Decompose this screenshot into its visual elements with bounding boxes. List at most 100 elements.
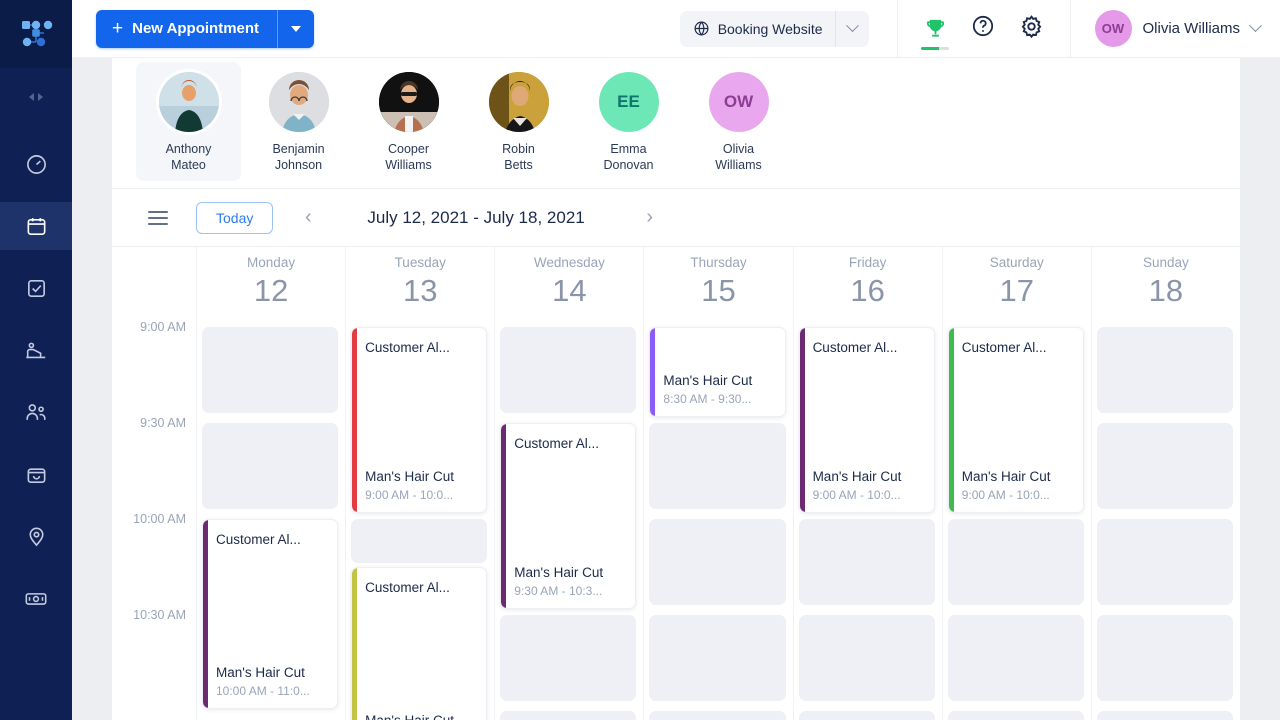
day-name: Friday [848,255,887,270]
empty-time-slot[interactable] [649,615,786,701]
right-background-strip [1240,58,1280,720]
avatar: OW [1094,10,1132,47]
help-circle-icon [972,15,993,37]
empty-time-slot[interactable] [798,711,935,720]
day-header: Monday 12 [197,247,345,319]
today-button[interactable]: Today [196,201,274,234]
empty-time-slot[interactable] [500,711,637,720]
day-header: Tuesday 13 [346,247,494,319]
previous-week-button[interactable]: ‹ [291,201,325,235]
next-week-button[interactable]: › [633,201,667,235]
avatar-initials: OW [1101,21,1125,36]
booking-website-dropdown[interactable] [834,10,869,47]
sidebar-item-calendar[interactable] [0,202,72,250]
time-label: 9:00 AM [140,320,186,334]
empty-time-slot[interactable] [1096,519,1233,605]
staff-item[interactable]: OW Olivia Williams [686,62,791,181]
event-client-name: Customer Al... [365,580,450,595]
sidebar-item-dashboard[interactable] [0,140,72,188]
appointment-event[interactable]: Customer Al... Man's Hair Cut 10:00 AM - 1… [202,519,339,709]
empty-time-slot[interactable] [351,519,488,563]
empty-time-slot[interactable] [500,615,637,701]
staff-selector: Anthony Mateo Benjamin Johnson Cooper Will… [112,58,1240,189]
empty-time-slot[interactable] [1096,615,1233,701]
day-slots: Customer Al... Man's Hair Cut 9:00 AM - 10… [346,319,494,720]
appointment-event[interactable]: Customer Al... Man's Hair Cut 9:00 AM - 10… [947,327,1084,513]
staff-item[interactable]: EE Emma Donovan [576,62,681,181]
empty-time-slot[interactable] [500,327,637,413]
trophy-icon [926,19,944,37]
staff-item[interactable]: Robin Betts [466,62,571,181]
empty-time-slot[interactable] [798,615,935,701]
user-menu[interactable]: OW Olivia Williams [1069,0,1280,58]
sidebar-collapse-toggle[interactable] [0,68,72,126]
empty-time-slot[interactable] [649,711,786,720]
day-header: Saturday 17 [943,247,1091,319]
appointment-event[interactable]: Customer Al... Man's Hair Cut 9:00 AM - 10… [798,327,935,513]
new-appointment-button[interactable]: + New Appointment [96,9,315,48]
calendar-icon [27,217,45,235]
appointment-event[interactable]: Customer Al... Man's Hair Cut 9:00 AM - 10… [351,327,488,513]
chevron-down-icon [845,19,859,33]
booking-website-label: Booking Website [717,20,823,37]
event-service-name: Man's Hair Cut [812,469,902,484]
new-appointment-main[interactable]: + New Appointment [96,9,279,48]
sidebar-item-locations[interactable] [0,512,72,560]
new-appointment-label: New Appointment [132,20,260,37]
day-column: Wednesday 14 Customer Al... Man's Hair Cut 9… [494,247,643,720]
sidebar-item-tasks[interactable] [0,264,72,312]
appointment-event[interactable]: Customer Al... Man's Hair Cut 9:30 AM - 10… [500,423,637,609]
day-slots: Customer Al... Man's Hair Cut 9:30 AM - 10… [495,319,643,720]
time-label: 10:30 AM [133,608,186,622]
day-name: Monday [247,255,296,270]
rewards-button[interactable] [921,17,949,50]
day-slots: Customer Al... Man's Hair Cut 9:00 AM - 10… [794,319,942,720]
staff-item[interactable]: Cooper Williams [356,62,461,181]
sidebar-item-payments[interactable] [0,574,72,622]
day-slots: Customer Al... Man's Hair Cut 9:00 AM - 10… [943,319,1091,720]
day-column: Monday 12 Customer Al... Man's Hair Cut 10:0… [196,247,345,720]
appointment-event[interactable]: Customer Al... Man's Hair Cut10:30 AM - 1… [351,567,488,720]
day-number: 13 [402,273,438,308]
appointment-event[interactable]: Man's Hair Cut 8:30 AM - 9:30... [649,327,786,417]
empty-time-slot[interactable] [798,519,935,605]
empty-time-slot[interactable] [649,519,786,605]
event-client-name: Customer Al... [812,340,898,355]
content-panel: Anthony Mateo Benjamin Johnson Cooper Will… [112,58,1240,720]
week-calendar: 9:00 AM 9:30 AM 10:00 AM 10:30 AM Monday 12 Cu… [112,247,1240,720]
time-label: 9:30 AM [140,416,186,430]
empty-time-slot[interactable] [947,519,1084,605]
sidebar-item-services[interactable] [0,326,72,374]
checklist-icon [27,279,45,297]
day-column: Thursday 15 Man's Hair Cut 8:30 AM - 9:30..… [643,247,792,720]
empty-time-slot[interactable] [1096,423,1233,509]
hamburger-icon [148,210,168,213]
sidebar-item-inventory[interactable] [0,450,72,498]
staff-avatar [378,72,439,132]
event-color-bar [650,328,656,416]
sidebar [0,0,72,720]
app-logo[interactable] [0,0,72,68]
empty-time-slot[interactable] [649,423,786,509]
empty-time-slot[interactable] [202,327,339,413]
event-footer: Man's Hair Cut 9:00 AM - 10:0... [813,469,924,502]
calendar-menu-button[interactable] [148,210,168,225]
help-button[interactable] [971,14,995,43]
empty-time-slot[interactable] [947,615,1084,701]
booking-website-control[interactable]: Booking Website [679,10,869,47]
day-header: Thursday 15 [644,247,792,319]
new-appointment-dropdown-button[interactable] [278,10,314,48]
empty-time-slot[interactable] [1096,711,1233,720]
event-color-bar [501,424,507,608]
empty-time-slot[interactable] [202,423,339,509]
globe-icon [694,21,709,36]
staff-item[interactable]: Benjamin Johnson [246,62,351,181]
day-column: Sunday 18 [1090,247,1240,720]
staff-avatar [268,72,329,132]
settings-button[interactable] [1019,14,1044,44]
staff-item[interactable]: Anthony Mateo [136,62,241,181]
sidebar-item-clients[interactable] [0,388,72,436]
empty-time-slot[interactable] [1096,327,1233,413]
empty-time-slot[interactable] [947,711,1084,720]
booking-website-button[interactable]: Booking Website [680,11,835,47]
